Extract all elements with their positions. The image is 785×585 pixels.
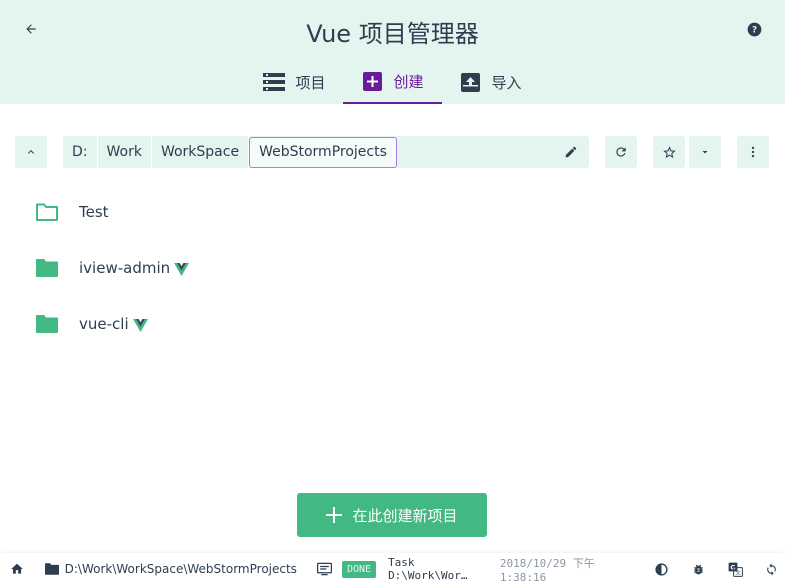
add-box-icon (361, 71, 383, 91)
svg-text:?: ? (751, 25, 756, 35)
folder-icon (36, 315, 58, 333)
task-text: Task D:\Work\Wor… (388, 556, 468, 582)
task-log[interactable]: DONE Task D:\Work\Wor… 2018/10/29 下午1:38… (316, 553, 633, 585)
translate-icon: G文 (728, 562, 743, 577)
status-badge: DONE (341, 560, 377, 578)
tab-bar: 项目 创建 导入 (0, 60, 785, 104)
chevron-up-icon (28, 150, 34, 154)
breadcrumb-item[interactable]: Work (98, 136, 152, 168)
home-icon (11, 563, 24, 574)
folder-list: Test iview-admin vue-cli (0, 184, 785, 352)
sync-icon (767, 563, 777, 575)
dark-mode-toggle[interactable] (649, 553, 676, 585)
plus-icon (326, 507, 343, 523)
status-bar: D:\Work\WorkSpace\WebStormProjects DONE … (0, 553, 785, 585)
folder-icon (44, 563, 59, 575)
list-item[interactable]: iview-admin (0, 240, 785, 296)
breadcrumb-item-current[interactable]: WebStormProjects (249, 136, 397, 168)
parent-folder-button[interactable] (15, 136, 47, 168)
home-button[interactable] (4, 553, 31, 585)
folder-name: Test (79, 203, 109, 221)
cwd-path: D:\Work\WorkSpace\WebStormProjects (64, 562, 297, 576)
favorite-button[interactable] (653, 136, 685, 168)
tab-create[interactable]: 创建 (343, 60, 442, 104)
create-project-label: 在此创建新项目 (352, 506, 458, 525)
vue-logo-icon (174, 263, 190, 276)
task-time: 2018/10/29 下午1:38:16 (499, 556, 595, 584)
contrast-icon (655, 562, 668, 576)
console-icon (316, 562, 332, 576)
favorites-dropdown-button[interactable] (689, 136, 721, 168)
svg-text:文: 文 (735, 569, 740, 576)
folder-icon (36, 259, 58, 277)
bug-report-button[interactable] (685, 553, 712, 585)
star-outline-icon (662, 145, 676, 158)
edit-path-button[interactable] (559, 140, 583, 164)
tab-label: 导入 (491, 73, 522, 92)
tab-label: 项目 (295, 73, 326, 92)
folder-toolbar: D: Work WorkSpace WebStormProjects (15, 136, 770, 168)
tab-label: 创建 (393, 72, 424, 91)
help-circle-icon: ? (747, 22, 761, 36)
refresh-icon (616, 147, 626, 157)
folder-name: vue-cli (79, 315, 129, 333)
page-title: Vue 项目管理器 (306, 20, 479, 48)
breadcrumb-item[interactable]: D: (63, 136, 98, 168)
translate-button[interactable]: G文 (722, 553, 749, 585)
breadcrumb: D: Work WorkSpace WebStormProjects (63, 136, 589, 168)
app-header: Vue 项目管理器 ? 项目 创建 导入 (0, 0, 785, 104)
folder-name: iview-admin (79, 259, 171, 277)
bug-icon (694, 564, 703, 574)
cwd-indicator[interactable]: D:\Work\WorkSpace\WebStormProjects (44, 553, 297, 585)
tab-import[interactable]: 导入 (442, 60, 540, 104)
vue-logo-icon (132, 319, 148, 332)
dots-vertical-icon (751, 146, 755, 158)
list-icon (263, 72, 286, 92)
refresh-button[interactable] (605, 136, 637, 168)
list-item[interactable]: Test (0, 184, 785, 240)
caret-down-icon (702, 151, 708, 154)
unarchive-icon (460, 72, 482, 92)
list-item[interactable]: vue-cli (0, 296, 785, 352)
create-project-button[interactable]: 在此创建新项目 (297, 493, 487, 537)
more-options-button[interactable] (737, 136, 769, 168)
folder-outline-icon (36, 203, 58, 221)
pencil-icon (565, 146, 577, 158)
help-button[interactable]: ? (741, 16, 767, 42)
tab-projects[interactable]: 项目 (245, 60, 343, 104)
breadcrumb-item[interactable]: WorkSpace (152, 136, 250, 168)
reload-button[interactable] (758, 553, 785, 585)
